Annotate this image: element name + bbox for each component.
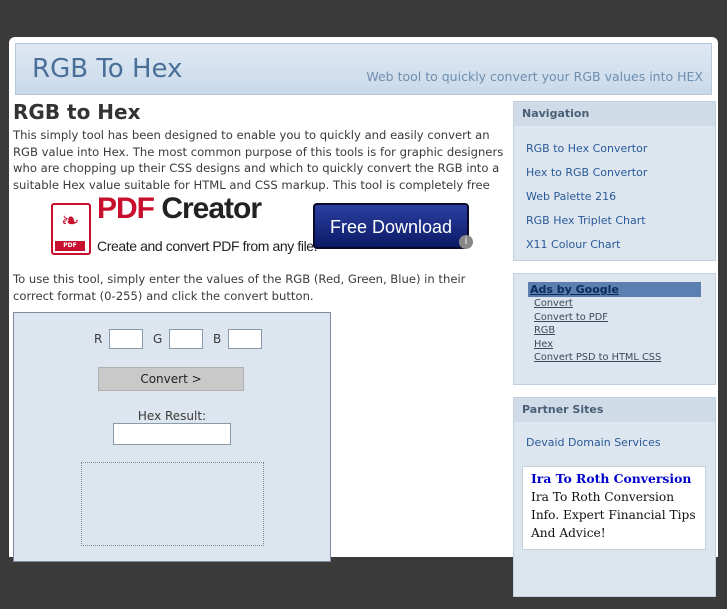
pdf-name-prefix: PDF xyxy=(97,192,155,225)
google-ads-box: Ads by Google Convert Convert to PDF RGB… xyxy=(513,273,716,385)
convert-button[interactable]: Convert > xyxy=(98,367,244,391)
nav-item-hex-triplet-chart[interactable]: RGB Hex Triplet Chart xyxy=(514,208,715,232)
ad-link-psd-to-html[interactable]: Convert PSD to HTML CSS xyxy=(534,351,701,365)
acrobat-swirl-icon: ❧ xyxy=(61,209,80,234)
site-tagline: Web tool to quickly convert your RGB val… xyxy=(366,69,703,84)
b-input[interactable] xyxy=(228,329,263,349)
navigation-box: Navigation RGB to Hex Convertor Hex to R… xyxy=(513,101,716,261)
partner-sites-heading: Partner Sites xyxy=(514,398,715,422)
rgb-input-row: R G B xyxy=(94,329,268,349)
nav-item-x11-colour-chart[interactable]: X11 Colour Chart xyxy=(514,232,715,256)
partner-sites-box: Partner Sites Devaid Domain Services Ira… xyxy=(513,397,716,597)
pdf-name-suffix: Creator xyxy=(154,192,262,225)
ad-link-convert[interactable]: Convert xyxy=(534,297,701,311)
nav-item-rgb-to-hex[interactable]: RGB to Hex Convertor xyxy=(514,136,715,160)
free-download-button[interactable]: Free Download xyxy=(313,203,469,249)
page-title: RGB to Hex xyxy=(13,100,141,124)
sidebar: Navigation RGB to Hex Convertor Hex to R… xyxy=(513,101,716,609)
nav-item-hex-to-rgb[interactable]: Hex to RGB Convertor xyxy=(514,160,715,184)
pdf-creator-name: PDF Creator xyxy=(97,194,262,224)
ad-card-text: Ira To Roth Conversion Info. Expert Fina… xyxy=(531,490,696,540)
ad-card-title[interactable]: Ira To Roth Conversion xyxy=(531,471,697,486)
converter-panel: R G B Convert > Hex Result: xyxy=(13,312,331,562)
hex-result-field[interactable] xyxy=(113,423,231,445)
pdf-creator-subtitle: Create and convert PDF from any file. xyxy=(97,238,318,254)
instructions-text: To use this tool, simply enter the value… xyxy=(13,272,466,303)
colour-preview xyxy=(81,462,264,546)
ad-link-rgb[interactable]: RGB xyxy=(534,324,701,338)
r-input[interactable] xyxy=(109,329,144,349)
site-title[interactable]: RGB To Hex xyxy=(32,54,182,84)
pdf-logo-icon: ❧ PDF xyxy=(51,203,91,255)
ad-link-hex[interactable]: Hex xyxy=(534,338,701,352)
main-content: RGB to Hex This simply tool has been des… xyxy=(13,101,507,562)
g-input[interactable] xyxy=(169,329,204,349)
site-header: RGB To Hex Web tool to quickly convert y… xyxy=(15,43,712,95)
nav-item-web-palette[interactable]: Web Palette 216 xyxy=(514,184,715,208)
ad-link-convert-to-pdf[interactable]: Convert to PDF xyxy=(534,311,701,325)
navigation-list: RGB to Hex Convertor Hex to RGB Converto… xyxy=(514,126,715,256)
ira-roth-ad[interactable]: Ira To Roth Conversion Ira To Roth Conve… xyxy=(522,466,706,550)
info-icon[interactable]: i xyxy=(459,235,473,249)
pdf-badge: PDF xyxy=(55,241,85,251)
hex-result-label: Hex Result: xyxy=(137,409,207,423)
navigation-heading: Navigation xyxy=(514,102,715,126)
g-label: G xyxy=(153,332,163,346)
intro-text: This simply tool has been designed to en… xyxy=(13,128,504,192)
pdf-creator-ad[interactable]: ❧ PDF PDF Creator Create and convert PDF… xyxy=(51,194,491,265)
ads-by-google-link[interactable]: Ads by Google xyxy=(528,282,701,297)
partner-list: Devaid Domain Services xyxy=(514,422,715,454)
page: RGB To Hex Web tool to quickly convert y… xyxy=(9,37,718,597)
partner-link-devaid[interactable]: Devaid Domain Services xyxy=(514,430,715,454)
r-label: R xyxy=(94,332,103,346)
b-label: B xyxy=(212,332,222,346)
